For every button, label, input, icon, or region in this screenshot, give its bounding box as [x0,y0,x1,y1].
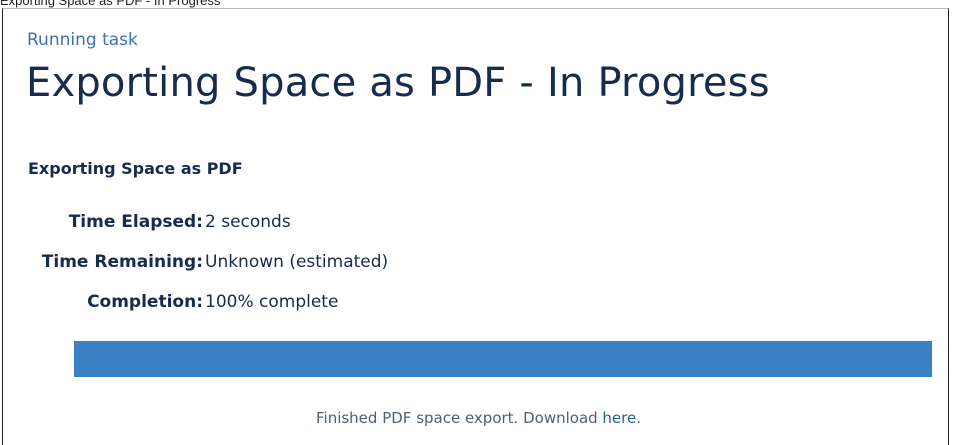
time-elapsed-label: Time Elapsed: [68,212,203,232]
status-message: Finished PDF space export. Download here… [0,409,957,427]
running-task-link[interactable]: Running task [27,30,138,50]
status-message-period: . [636,409,642,427]
progress-bar [74,341,932,377]
page-title: Exporting Space as PDF - In Progress [26,60,770,106]
status-message-text: Finished PDF space export. Download [315,409,603,427]
task-heading: Exporting Space as PDF [28,159,243,178]
progress-bar-fill [74,341,932,377]
top-caption: Exporting Space as PDF - In Progress [0,0,221,8]
time-remaining-label: Time Remaining: [41,252,203,272]
time-remaining-value: Unknown (estimated) [205,252,389,272]
completion-value: 100% complete [205,292,339,312]
time-remaining-row: Time Remaining: Unknown (estimated) [0,250,388,274]
completion-label: Completion: [87,292,203,312]
time-elapsed-value: 2 seconds [205,212,291,232]
download-link[interactable]: here [602,409,636,427]
time-elapsed-row: Time Elapsed: 2 seconds [0,210,291,234]
completion-row: Completion: 100% complete [0,290,338,314]
